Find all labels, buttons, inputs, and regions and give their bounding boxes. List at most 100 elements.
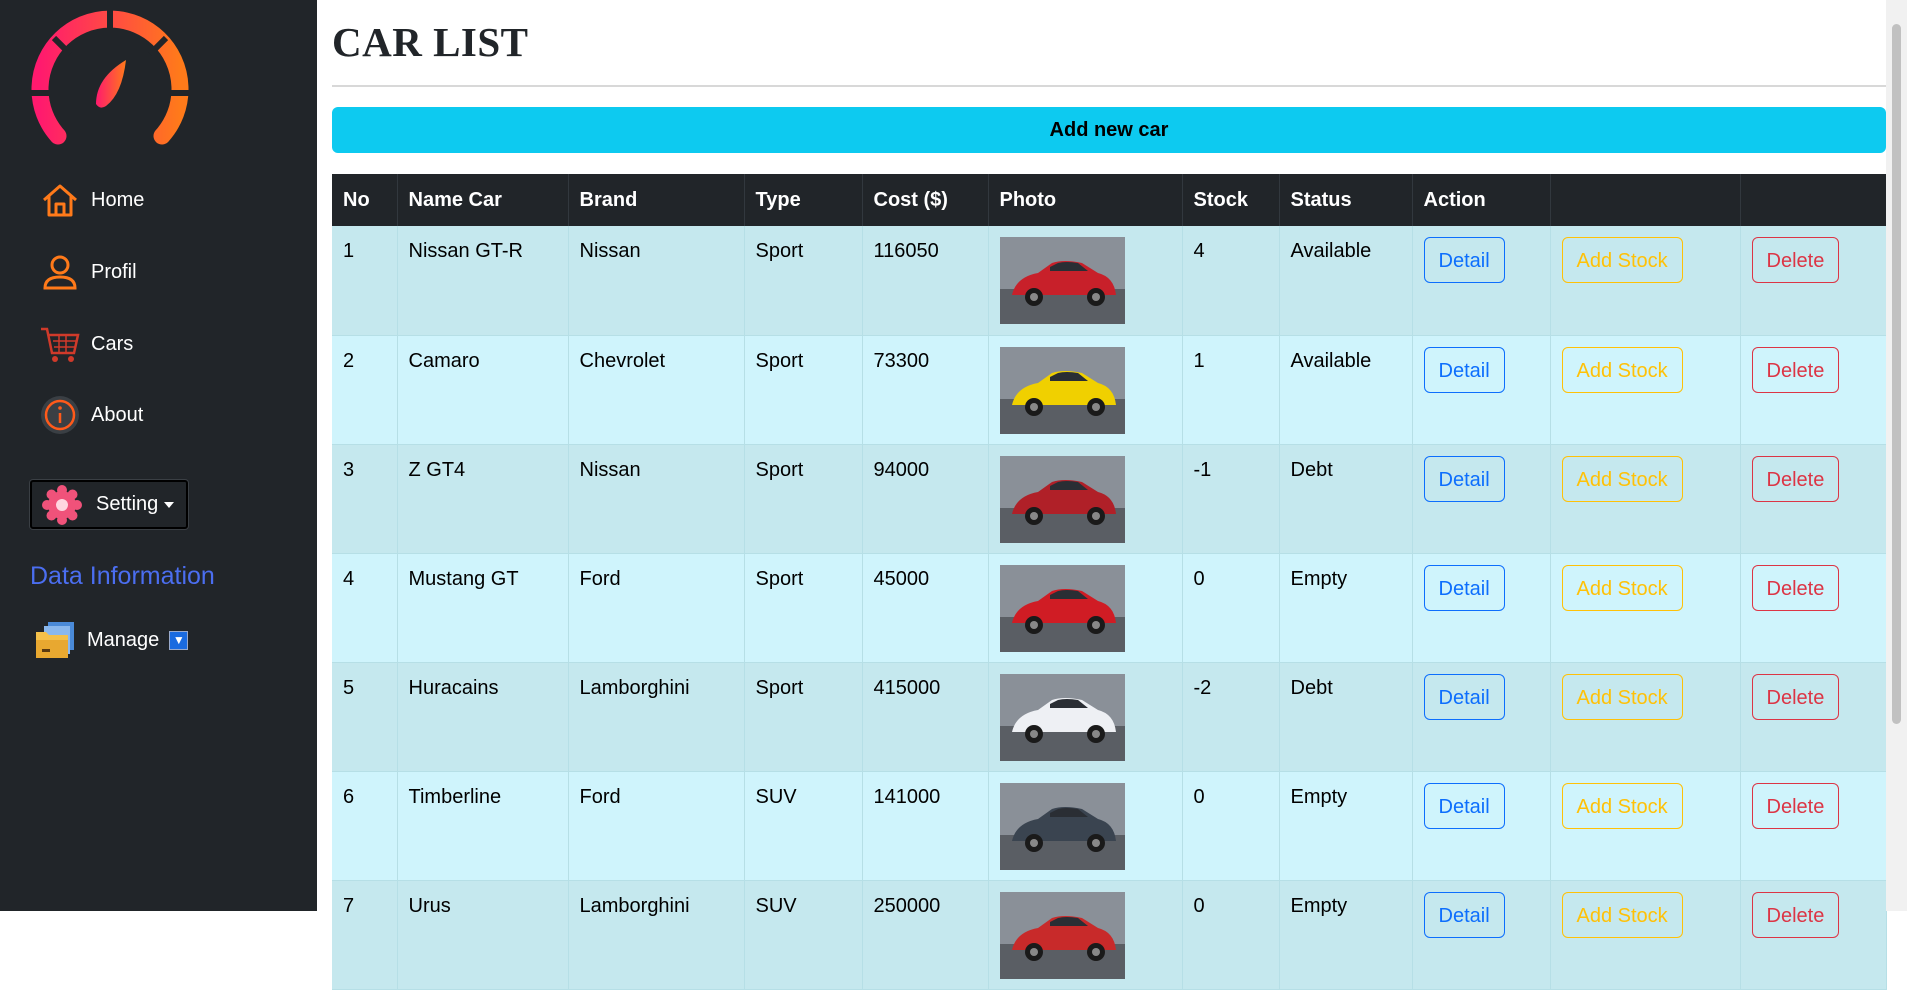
detail-button[interactable]: Detail <box>1423 891 1505 938</box>
cell-action: Add Stock <box>1550 880 1741 990</box>
cell-action: Delete <box>1740 771 1887 881</box>
delete-button[interactable]: Delete <box>1751 673 1840 720</box>
add-stock-button[interactable]: Add Stock <box>1561 237 1683 283</box>
cell-action: Add Stock <box>1550 226 1741 336</box>
car-photo <box>999 237 1125 324</box>
table-row: 5 Huracains Lamborghini Sport 415000 -2 Debt De… <box>332 662 1887 772</box>
delete-button[interactable]: Delete <box>1751 782 1840 829</box>
detail-button[interactable]: Detail <box>1423 237 1505 283</box>
cell-brand: Lamborghini <box>568 662 745 772</box>
manage-menu[interactable]: Manage ▼ <box>34 620 189 660</box>
car-photo <box>999 455 1125 543</box>
cell-name: Timberline <box>397 771 569 881</box>
sidebar-item-home[interactable]: Home <box>38 178 144 222</box>
delete-button[interactable]: Delete <box>1751 237 1840 283</box>
divider <box>332 85 1886 87</box>
detail-button[interactable]: Detail <box>1423 673 1505 720</box>
cell-name: Huracains <box>397 662 569 772</box>
info-icon <box>38 393 82 437</box>
add-new-car-button[interactable]: Add new car <box>332 107 1886 153</box>
cell-name: Z GT4 <box>397 444 569 554</box>
cell-status: Empty <box>1279 771 1413 881</box>
cell-stock: 0 <box>1182 771 1280 881</box>
cell-type: Sport <box>744 662 863 772</box>
sidebar-item-cars[interactable]: Cars <box>38 322 133 366</box>
detail-button[interactable]: Detail <box>1423 455 1505 502</box>
cell-action: Detail <box>1412 771 1551 881</box>
delete-button[interactable]: Delete <box>1751 564 1840 611</box>
data-information-heading: Data Information <box>30 562 215 590</box>
sidebar-item-label: Profil <box>91 260 137 283</box>
gear-icon <box>42 484 82 525</box>
add-stock-button[interactable]: Add Stock <box>1561 782 1683 829</box>
cell-no: 1 <box>332 226 398 336</box>
cell-action: Add Stock <box>1550 771 1741 881</box>
add-stock-button[interactable]: Add Stock <box>1561 346 1683 393</box>
cell-action: Add Stock <box>1550 662 1741 772</box>
detail-button[interactable]: Detail <box>1423 346 1505 393</box>
caret-down-icon <box>164 501 175 508</box>
delete-button[interactable]: Delete <box>1751 455 1840 502</box>
speedometer-logo-icon[interactable] <box>30 8 190 145</box>
cell-status: Debt <box>1279 444 1413 554</box>
cell-action: Detail <box>1412 662 1551 772</box>
cart-icon <box>38 322 82 366</box>
cell-action: Detail <box>1412 444 1551 554</box>
folder-icon <box>36 622 74 658</box>
cell-cost: 94000 <box>862 444 989 554</box>
cell-cost: 116050 <box>862 226 989 336</box>
cell-status: Empty <box>1279 553 1413 663</box>
cell-cost: 415000 <box>862 662 989 772</box>
cell-name: Camaro <box>397 335 569 445</box>
manage-label: Manage <box>87 628 160 651</box>
cell-cost: 73300 <box>862 335 989 445</box>
cell-action: Delete <box>1740 226 1887 336</box>
col-header-type: Type <box>744 174 863 226</box>
col-header-cost: Cost ($) <box>862 174 989 226</box>
add-stock-button[interactable]: Add Stock <box>1561 564 1683 611</box>
delete-button[interactable]: Delete <box>1751 346 1840 393</box>
add-stock-button[interactable]: Add Stock <box>1561 891 1683 938</box>
cell-action: Add Stock <box>1550 335 1741 445</box>
cell-action: Add Stock <box>1550 444 1741 554</box>
delete-button[interactable]: Delete <box>1751 891 1840 938</box>
add-stock-button[interactable]: Add Stock <box>1561 673 1683 720</box>
page-scrollbar[interactable] <box>1886 0 1907 911</box>
car-photo <box>999 346 1125 434</box>
cell-stock: 1 <box>1182 335 1280 445</box>
setting-label: Setting <box>96 493 159 515</box>
col-header-status: Status <box>1279 174 1413 226</box>
add-stock-button[interactable]: Add Stock <box>1561 455 1683 502</box>
sidebar-item-about[interactable]: About <box>38 393 143 437</box>
col-header-name: Name Car <box>397 174 569 226</box>
scrollbar-thumb[interactable] <box>1892 24 1901 724</box>
cell-cost: 250000 <box>862 880 989 990</box>
cell-photo <box>988 335 1183 445</box>
cell-photo <box>988 226 1183 336</box>
setting-dropdown-button[interactable]: Setting <box>30 480 188 529</box>
cell-action: Detail <box>1412 335 1551 445</box>
cell-no: 4 <box>332 553 398 663</box>
manage-toggle-icon[interactable]: ▼ <box>169 630 189 650</box>
cell-type: Sport <box>744 553 863 663</box>
table-row: 3Z GT4 Nissan Sport 94000 -1 Debt Detail Add St… <box>332 444 1887 554</box>
table-header-row: No Name Car Brand Type Cost ($) Photo St… <box>332 174 1886 226</box>
cell-cost: 141000 <box>862 771 989 881</box>
sidebar: Home Profil Cars About Setting Data Info… <box>0 0 317 911</box>
cell-name: Nissan GT-R <box>397 226 569 336</box>
cell-status: Available <box>1279 335 1413 445</box>
car-photo <box>999 564 1125 652</box>
cell-action: Delete <box>1740 335 1887 445</box>
col-header-blank <box>1740 174 1886 226</box>
sidebar-item-label: About <box>91 403 144 426</box>
cell-brand: Nissan <box>568 444 745 554</box>
car-photo <box>999 891 1125 979</box>
col-header-action: Action <box>1412 174 1551 226</box>
sidebar-item-profil[interactable]: Profil <box>38 250 137 294</box>
car-photo <box>999 673 1125 761</box>
cell-stock: -2 <box>1182 662 1280 772</box>
detail-button[interactable]: Detail <box>1423 782 1505 829</box>
cell-no: 3 <box>332 444 398 554</box>
cell-stock: 4 <box>1182 226 1280 336</box>
detail-button[interactable]: Detail <box>1423 564 1505 611</box>
